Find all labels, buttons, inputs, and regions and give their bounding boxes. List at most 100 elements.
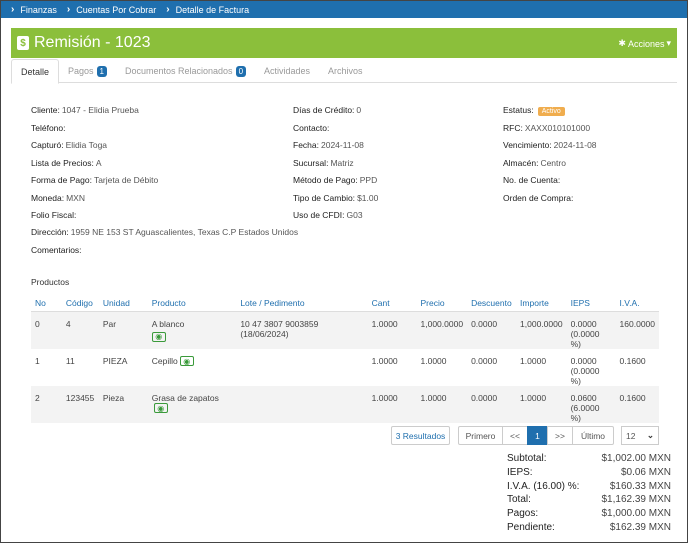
cell-producto: A blanco ◉ [147, 311, 237, 349]
tab-pagos[interactable]: Pagos 1 [59, 59, 116, 83]
prev-page-button[interactable]: << [502, 426, 528, 445]
ieps-percent: (0.0000 %) [570, 365, 600, 386]
field-almacen: Almacén: Centro [503, 158, 566, 168]
field-sucursal: Sucursal: Matriz [293, 158, 354, 168]
field-value: Elidia Toga [65, 140, 108, 150]
field-label: Folio Fiscal: [31, 210, 77, 220]
actions-dropdown[interactable]: ✱ Acciones ▾ [618, 38, 671, 49]
chevron-right-icon: › [66, 4, 71, 15]
field-telefono: Teléfono: [31, 123, 68, 133]
results-count-button[interactable]: 3 Resultados [391, 426, 450, 445]
document-icon: $ [17, 36, 29, 50]
field-label: Moneda: [31, 193, 65, 203]
cell-descuento: 0.0000 [467, 385, 517, 423]
total-label: Pendiente: [507, 521, 555, 533]
field-label: Forma de Pago: [31, 175, 92, 185]
ieps-percent: (6.0000 %) [570, 402, 600, 423]
per-page-value: 12 [626, 430, 636, 441]
breadcrumb-item-detalle: › Detalle de Factura [156, 4, 249, 15]
field-label: Cliente: [31, 105, 60, 115]
caret-down-icon: ▾ [666, 38, 671, 48]
breadcrumb-item-cuentas[interactable]: › Cuentas Por Cobrar [57, 4, 156, 15]
cell-iva: 0.1600 [615, 385, 659, 423]
col-ieps[interactable]: IEPS [566, 295, 616, 312]
eye-icon[interactable]: ◉ [179, 356, 194, 367]
field-lista-precios: Lista de Precios: A [31, 158, 102, 168]
table-header-row: No Código Unidad Producto Lote / Pedimen… [31, 295, 659, 312]
total-label: Total: [507, 494, 531, 506]
col-producto[interactable]: Producto [147, 295, 237, 312]
field-rfc: RFC: XAXX010101000 [503, 123, 590, 133]
total-label: Subtotal: [507, 453, 547, 465]
breadcrumb-item-finanzas[interactable]: › Finanzas [7, 4, 57, 15]
tab-label: Documentos Relacionados [125, 66, 233, 76]
field-label: Vencimiento: [503, 140, 552, 150]
col-precio[interactable]: Precio [416, 295, 468, 312]
tab-actividades[interactable]: Actividades [255, 59, 319, 83]
field-value: 0 [356, 105, 362, 115]
table-row: 2 123455 Pieza Grasa de zapatos◉ 1.0000 … [31, 385, 659, 423]
table-row: 0 4 Par A blanco ◉ 10 47 3807 9003859 (18… [31, 311, 659, 349]
col-codigo[interactable]: Código [61, 295, 99, 312]
field-label: Teléfono: [31, 123, 66, 133]
field-cliente: Cliente: 1047 - Elidia Prueba [31, 105, 139, 115]
col-no[interactable]: No [31, 295, 62, 312]
field-label: Contacto: [293, 123, 330, 133]
total-label: I.V.A. (16.00) %: [507, 480, 580, 492]
next-page-button[interactable]: >> [547, 426, 573, 445]
tab-archivos[interactable]: Archivos [319, 59, 372, 83]
cell-precio: 1.0000 [416, 385, 468, 423]
cell-precio: 1.0000 [420, 355, 447, 366]
cell-unidad: Par [98, 311, 148, 349]
cell-lote [236, 349, 367, 386]
col-cant[interactable]: Cant [367, 295, 417, 312]
field-value: 2024-11-08 [321, 140, 364, 150]
first-page-button[interactable]: Primero [458, 426, 503, 445]
totals-summary: Subtotal: $1,002.00 MXN IEPS: $0.06 MXN I.… [507, 452, 671, 534]
field-value: Tarjeta de Débito [93, 175, 159, 185]
cell-descuento: 0.0000 [467, 311, 517, 349]
cell-importe: 1,000.0000 [516, 311, 567, 349]
field-no-cuenta: No. de Cuenta: [503, 175, 562, 185]
cell-unidad: Pieza [98, 385, 148, 423]
eye-icon[interactable]: ◉ [153, 403, 168, 414]
cell-no: 1 [35, 355, 40, 366]
cell-ieps: 0.0000 (0.0000 %) [567, 349, 616, 386]
cell-ieps: 0.0000 (0.0000 %) [566, 311, 616, 349]
field-value: 2024-11-08 [553, 140, 597, 150]
page-title: Remisión - 1023 [34, 34, 151, 51]
field-dias-credito: Días de Crédito: 0 [293, 105, 361, 115]
col-importe[interactable]: Importe [516, 295, 567, 312]
ieps-percent: (0.0000 %) [570, 328, 600, 349]
field-value: G03 [346, 210, 363, 220]
total-row-iva: I.V.A. (16.00) %: $160.33 MXN [507, 479, 671, 493]
col-iva[interactable]: I.V.A. [615, 295, 659, 312]
breadcrumb-label[interactable]: Finanzas [20, 5, 57, 15]
tab-documentos-relacionados[interactable]: Documentos Relacionados 0 [116, 59, 255, 83]
cell-no: 0 [31, 311, 62, 349]
field-label: Uso de CFDI: [293, 210, 345, 220]
field-capturo: Capturó: Elidia Toga [31, 140, 107, 150]
cell-cant: 1.0000 [367, 385, 417, 423]
cell-importe: 1.0000 [516, 385, 567, 423]
col-lote[interactable]: Lote / Pedimento [236, 295, 368, 312]
tab-bar: Detalle Pagos 1 Documentos Relacionados 0 … [11, 59, 677, 84]
breadcrumb-label[interactable]: Cuentas Por Cobrar [76, 5, 156, 15]
field-fecha: Fecha: 2024-11-08 [293, 140, 364, 150]
tab-detalle[interactable]: Detalle [11, 59, 60, 84]
total-value: $1,002.00 MXN [601, 453, 672, 465]
page-header: $ Remisión - 1023 ✱ Acciones ▾ [11, 28, 677, 58]
page-1-button[interactable]: 1 [527, 426, 548, 445]
field-direccion: Dirección: 1959 NE 153 ST Aguascalientes,… [31, 227, 298, 237]
eye-icon[interactable]: ◉ [151, 331, 166, 342]
col-descuento[interactable]: Descuento [467, 295, 517, 312]
last-page-button[interactable]: Último [572, 426, 614, 445]
field-label: Fecha: [293, 140, 319, 150]
field-metodo-pago: Método de Pago: PPD [293, 175, 377, 185]
col-unidad[interactable]: Unidad [98, 295, 148, 312]
cell-precio: 1,000.0000 [416, 311, 468, 349]
cell-producto: Cepillo ◉ [148, 349, 237, 386]
per-page-select[interactable]: 12 ⌄ [621, 426, 659, 445]
field-label: Sucursal: [293, 158, 329, 168]
field-folio-fiscal: Folio Fiscal: [31, 210, 78, 220]
